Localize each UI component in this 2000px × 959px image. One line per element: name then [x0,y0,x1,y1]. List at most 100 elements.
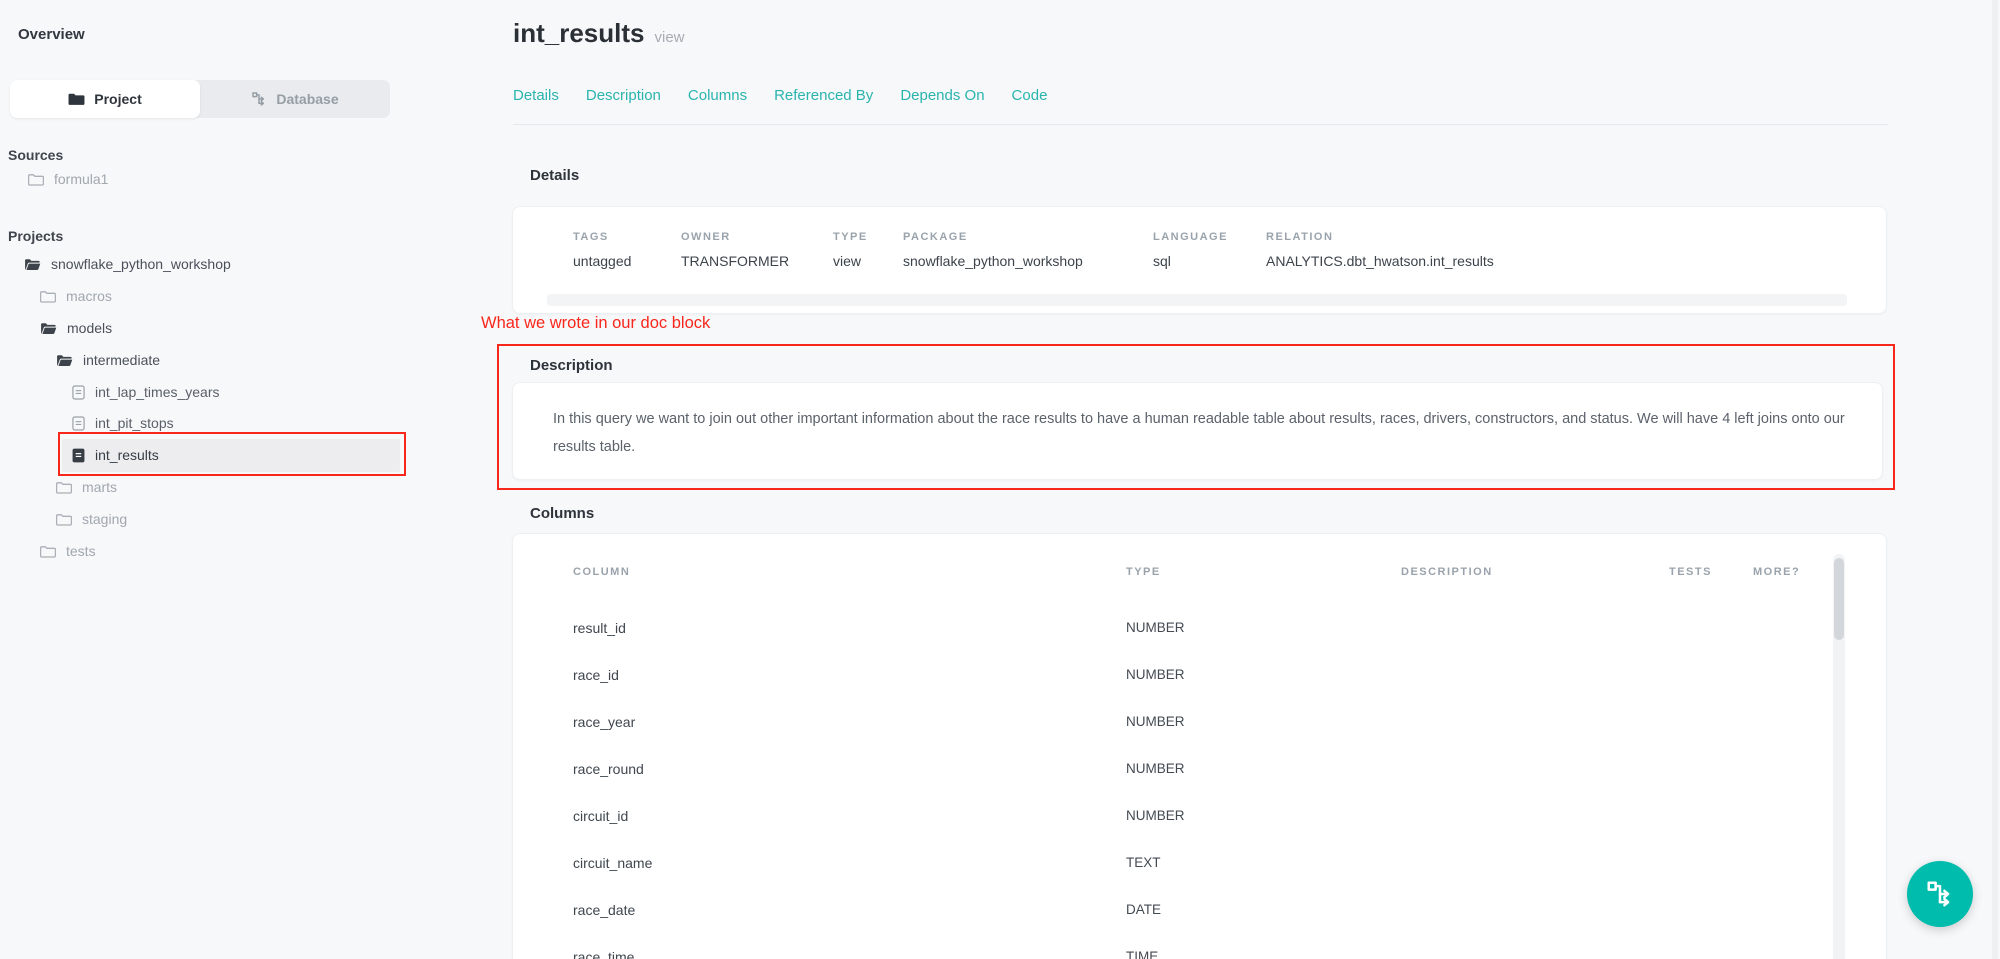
page-title-subtype: view [655,29,685,46]
details-field-language: LANGUAGE sql [1153,231,1228,269]
column-type-cell: TIME [1126,949,1158,959]
details-field-type: TYPE view [833,231,868,269]
tab-description[interactable]: Description [586,87,661,104]
columns-section-heading: Columns [530,505,594,522]
column-name-cell: circuit_name [573,855,652,871]
tree-item-label: intermediate [83,352,160,368]
column-type-cell: NUMBER [1126,620,1185,635]
field-label: LANGUAGE [1153,231,1228,243]
column-header-description: DESCRIPTION [1401,566,1493,578]
field-label: RELATION [1266,231,1494,243]
tree-item-label: staging [82,511,127,527]
lineage-graph-button[interactable] [1907,861,1973,927]
tree-item-label: int_results [95,447,159,463]
sidebar-item-tests[interactable]: tests [40,540,96,562]
sidebar-item-models[interactable]: models [40,317,112,339]
project-toggle-label: Project [94,91,141,107]
details-field-owner: OWNER TRANSFORMER [681,231,789,269]
folder-closed-icon [40,545,56,558]
table-row[interactable]: race_time TIME [513,935,1886,959]
tab-divider [513,124,1888,125]
folder-open-icon [24,258,41,271]
sidebar-item-macros[interactable]: macros [40,285,112,307]
folder-closed-icon [28,173,44,186]
description-card: In this query we want to join out other … [512,382,1883,480]
columns-table-body: result_id NUMBER race_id NUMBER race_yea… [513,606,1886,959]
field-value: ANALYTICS.dbt_hwatson.int_results [1266,253,1494,269]
page-scrollbar[interactable] [1992,0,1998,959]
details-card: TAGS untagged OWNER TRANSFORMER TYPE vie… [512,206,1887,314]
database-toggle-label: Database [276,91,338,107]
annotation-text: What we wrote in our doc block [481,314,710,333]
sidebar-item-intermediate[interactable]: intermediate [56,349,160,371]
lineage-tree-icon [251,91,267,107]
column-header-column: COLUMN [573,566,630,578]
tree-item-label: int_pit_stops [95,415,174,431]
file-filled-icon [72,448,85,463]
column-name-cell: result_id [573,620,626,636]
description-body: In this query we want to join out other … [553,405,1853,461]
folder-open-icon [56,354,73,367]
columns-card: COLUMN TYPE DESCRIPTION TESTS MORE? resu… [512,533,1887,959]
column-header-tests: TESTS [1669,566,1712,578]
column-name-cell: race_id [573,667,619,683]
table-row[interactable]: race_id NUMBER [513,653,1886,700]
view-toggle: Project Database [10,80,390,118]
description-section-heading: Description [530,357,613,374]
folder-closed-icon [56,513,72,526]
sidebar-item-marts[interactable]: marts [56,476,117,498]
field-label: TAGS [573,231,631,243]
folder-filled-icon [68,92,85,106]
column-header-more: MORE? [1753,566,1800,578]
file-icon [72,416,85,431]
column-type-cell: NUMBER [1126,667,1185,682]
column-type-cell: NUMBER [1126,714,1185,729]
tab-bar: Details Description Columns Referenced B… [513,87,1047,104]
folder-open-icon [40,322,57,335]
column-name-cell: race_date [573,902,635,918]
tree-item-label: snowflake_python_workshop [51,256,231,272]
tree-item-label: models [67,320,112,336]
tree-item-label: formula1 [54,171,108,187]
column-name-cell: race_round [573,761,644,777]
details-section-heading: Details [530,167,579,184]
page-title: int_results [513,18,645,48]
dbt-docs-page: Overview Project Database [0,0,2000,959]
table-row[interactable]: result_id NUMBER [513,606,1886,653]
database-toggle-button[interactable]: Database [200,80,390,118]
sidebar-item-int-pit-stops[interactable]: int_pit_stops [72,412,174,434]
sidebar: Overview Project Database [0,0,400,959]
column-type-cell: NUMBER [1126,761,1185,776]
column-type-cell: NUMBER [1126,808,1185,823]
field-label: PACKAGE [903,231,1083,243]
page-title-row: int_results view [513,18,685,49]
sidebar-item-formula1[interactable]: formula1 [28,168,108,190]
table-row[interactable]: race_round NUMBER [513,747,1886,794]
tab-referenced-by[interactable]: Referenced By [774,87,873,104]
details-field-tags: TAGS untagged [573,231,631,269]
tab-depends-on[interactable]: Depends On [900,87,984,104]
sidebar-item-int-results[interactable]: int_results [72,444,159,466]
sidebar-item-staging[interactable]: staging [56,508,127,530]
table-row[interactable]: circuit_name TEXT [513,841,1886,888]
field-value: untagged [573,253,631,269]
table-scrollbar-thumb[interactable] [1834,558,1844,640]
table-row[interactable]: race_date DATE [513,888,1886,935]
tab-code[interactable]: Code [1012,87,1048,104]
folder-closed-icon [56,481,72,494]
column-name-cell: race_year [573,714,635,730]
lineage-graph-icon [1925,879,1955,909]
field-value: snowflake_python_workshop [903,253,1083,269]
sidebar-item-snowflake-python-workshop[interactable]: snowflake_python_workshop [24,253,231,275]
field-label: TYPE [833,231,868,243]
project-toggle-button[interactable]: Project [10,80,200,118]
details-footer-strip [547,294,1847,306]
tab-details[interactable]: Details [513,87,559,104]
table-row[interactable]: race_year NUMBER [513,700,1886,747]
sidebar-item-int-lap-times-years[interactable]: int_lap_times_years [72,381,220,403]
table-row[interactable]: circuit_id NUMBER [513,794,1886,841]
table-scrollbar[interactable] [1833,554,1845,959]
tree-item-label: int_lap_times_years [95,384,220,400]
folder-closed-icon [40,290,56,303]
tab-columns[interactable]: Columns [688,87,747,104]
